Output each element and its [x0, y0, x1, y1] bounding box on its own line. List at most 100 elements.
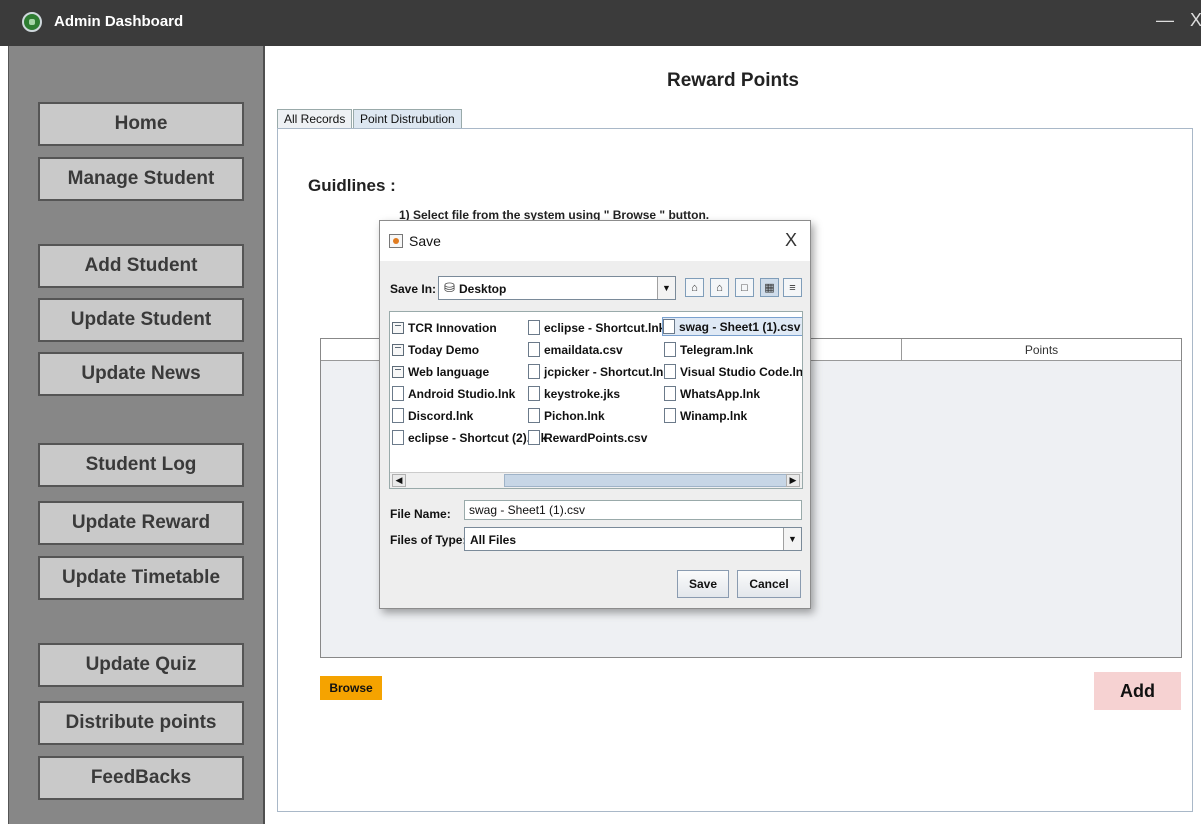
file-name: TCR Innovation: [408, 320, 497, 335]
close-button[interactable]: X: [1190, 10, 1201, 31]
save-dialog: Save X Save In: ⛁ Desktop ▼ ⌂ ⌂ □ ▦ ≡ TC…: [379, 220, 811, 609]
add-button[interactable]: Add: [1094, 672, 1181, 710]
file-list: TCR Innovation Today Demo Web language A…: [389, 311, 803, 489]
nav-update-timetable-button[interactable]: Update Timetable: [38, 556, 244, 600]
nav-update-news-button[interactable]: Update News: [38, 352, 244, 396]
files-of-type-label: Files of Type:: [390, 533, 467, 547]
file-icon: [528, 364, 540, 379]
list-item[interactable]: keystroke.jks: [528, 384, 620, 403]
list-item[interactable]: Telegram.lnk: [664, 340, 753, 359]
dialog-title: Save: [409, 233, 441, 249]
file-name: Visual Studio Code.lnk: [680, 364, 803, 379]
file-name-input[interactable]: swag - Sheet1 (1).csv: [464, 500, 802, 520]
list-item[interactable]: WhatsApp.lnk: [664, 384, 760, 403]
file-name: Android Studio.lnk: [408, 386, 516, 401]
list-item[interactable]: eclipse - Shortcut (2).lnk: [392, 428, 547, 447]
files-of-type-combo[interactable]: All Files ▼: [464, 527, 802, 551]
window-titlebar: Admin Dashboard — X: [0, 0, 1201, 46]
list-item[interactable]: Discord.lnk: [392, 406, 473, 425]
nav-distribute-points-button[interactable]: Distribute points: [38, 701, 244, 745]
file-icon: [528, 408, 540, 423]
file-icon: [663, 319, 675, 334]
file-name: Pichon.lnk: [544, 408, 605, 423]
save-button[interactable]: Save: [677, 570, 729, 598]
file-name-label: File Name:: [390, 507, 451, 521]
list-item[interactable]: Winamp.lnk: [664, 406, 747, 425]
app-icon: [22, 12, 42, 32]
file-icon: [664, 386, 676, 401]
file-icon: [528, 320, 540, 335]
file-name: eclipse - Shortcut (2).lnk: [408, 430, 548, 445]
file-icon: [528, 386, 540, 401]
scroll-right-icon[interactable]: ▶: [786, 474, 800, 487]
sidebar: Home Manage Student Add Student Update S…: [8, 46, 265, 824]
guidelines-heading: Guidlines :: [308, 176, 396, 195]
java-icon: [389, 234, 403, 248]
save-in-label: Save In:: [390, 282, 437, 296]
chevron-down-icon[interactable]: ▼: [783, 528, 801, 550]
nav-feedbacks-button[interactable]: FeedBacks: [38, 756, 244, 800]
tab-point-distribution[interactable]: Point Distrubution: [353, 109, 462, 128]
nav-student-log-button[interactable]: Student Log: [38, 443, 244, 487]
file-name: keystroke.jks: [544, 386, 621, 401]
nav-update-student-button[interactable]: Update Student: [38, 298, 244, 342]
tab-all-records[interactable]: All Records: [277, 109, 353, 128]
nav-add-student-button[interactable]: Add Student: [38, 244, 244, 288]
cancel-button[interactable]: Cancel: [737, 570, 801, 598]
list-item[interactable]: Pichon.lnk: [528, 406, 605, 425]
chevron-down-icon[interactable]: ▼: [657, 277, 675, 299]
list-view-icon[interactable]: ▦: [760, 278, 779, 297]
list-item[interactable]: TCR Innovation: [392, 318, 497, 337]
disk-icon: ⛁: [444, 280, 455, 295]
up-one-level-icon[interactable]: ⌂: [685, 278, 704, 297]
file-icon: [664, 408, 676, 423]
details-view-icon[interactable]: ≡: [783, 278, 802, 297]
file-name: swag - Sheet1 (1).csv: [679, 319, 801, 334]
nav-update-reward-button[interactable]: Update Reward: [38, 501, 244, 545]
list-item[interactable]: emaildata.csv: [528, 340, 623, 359]
list-item-selected[interactable]: swag - Sheet1 (1).csv: [662, 317, 802, 336]
page-title: Reward Points: [667, 70, 799, 91]
scroll-left-icon[interactable]: ◀: [392, 474, 406, 487]
save-in-value: Desktop: [459, 282, 507, 296]
file-name: eclipse - Shortcut.lnk: [544, 320, 666, 335]
new-folder-icon[interactable]: □: [735, 278, 754, 297]
file-icon: [392, 408, 404, 423]
folder-icon: [392, 321, 404, 334]
file-icon: [392, 430, 404, 445]
list-item[interactable]: Web language: [392, 362, 489, 381]
folder-icon: [392, 343, 404, 356]
file-icon: [528, 430, 540, 445]
list-item[interactable]: Today Demo: [392, 340, 479, 359]
file-name: Discord.lnk: [408, 408, 474, 423]
list-item[interactable]: jcpicker - Shortcut.lnk: [528, 362, 670, 381]
nav-home-button[interactable]: Home: [38, 102, 244, 146]
browse-button[interactable]: Browse: [320, 676, 382, 700]
minimize-button[interactable]: —: [1156, 10, 1174, 31]
file-name: Winamp.lnk: [680, 408, 748, 423]
column-header-points[interactable]: Points: [902, 343, 1181, 357]
scrollbar-thumb[interactable]: [504, 474, 787, 487]
folder-icon: [392, 365, 404, 378]
list-item[interactable]: RewardPoints.csv: [528, 428, 647, 447]
horizontal-scrollbar[interactable]: ◀ ▶: [390, 472, 802, 488]
save-in-combo[interactable]: ⛁ Desktop ▼: [438, 276, 676, 300]
window-title: Admin Dashboard: [54, 13, 184, 30]
dialog-titlebar: Save X: [380, 221, 810, 261]
list-item[interactable]: Visual Studio Code.lnk: [664, 362, 803, 381]
file-name: Web language: [408, 364, 490, 379]
file-icon: [528, 342, 540, 357]
files-of-type-value: All Files: [470, 533, 517, 547]
home-icon[interactable]: ⌂: [710, 278, 729, 297]
nav-manage-student-button[interactable]: Manage Student: [38, 157, 244, 201]
dialog-close-button[interactable]: X: [785, 230, 797, 251]
file-name: RewardPoints.csv: [544, 430, 648, 445]
file-name: Telegram.lnk: [680, 342, 754, 357]
list-item[interactable]: Android Studio.lnk: [392, 384, 515, 403]
file-name: Today Demo: [408, 342, 480, 357]
nav-update-quiz-button[interactable]: Update Quiz: [38, 643, 244, 687]
file-name: jcpicker - Shortcut.lnk: [544, 364, 671, 379]
file-icon: [392, 386, 404, 401]
file-name: emaildata.csv: [544, 342, 623, 357]
list-item[interactable]: eclipse - Shortcut.lnk: [528, 318, 665, 337]
